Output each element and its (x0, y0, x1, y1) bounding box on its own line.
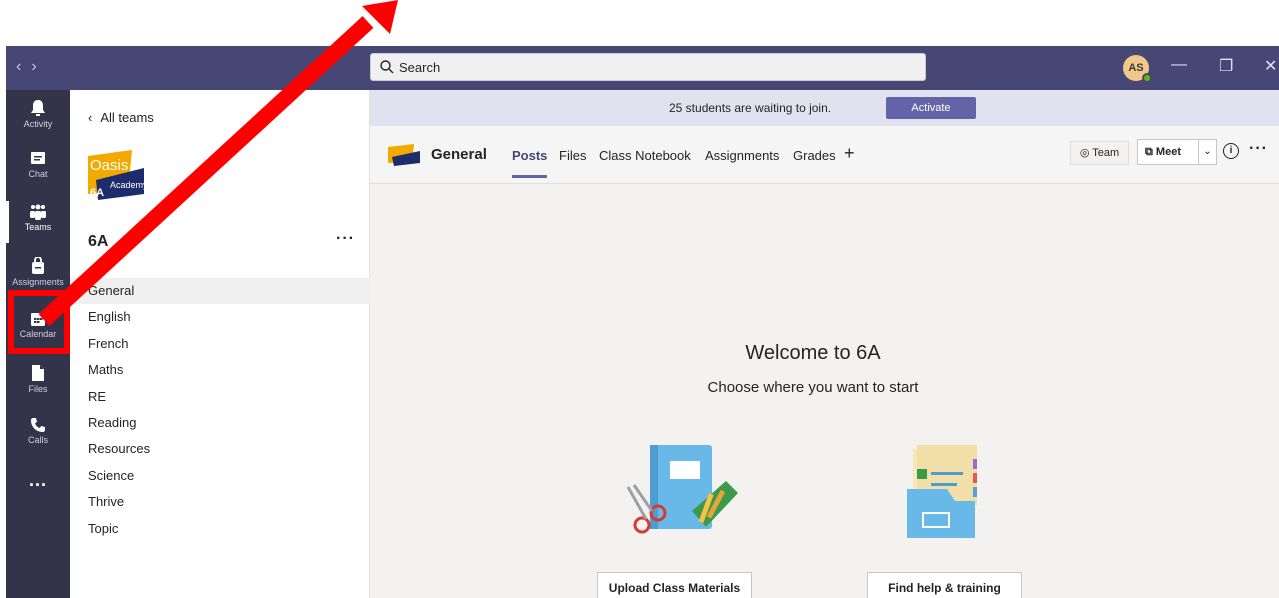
team-logo-text: Oasis (90, 157, 128, 174)
rail-item-calls[interactable]: Calls (6, 410, 70, 460)
rail-label: Calls (27, 435, 48, 445)
maximize-button[interactable]: ❐ (1219, 56, 1233, 76)
channel-item[interactable]: Resources (70, 436, 370, 462)
channel-list-panel: ‹ All teams Oasis Academy 6A 6A ··· Gener… (70, 90, 370, 598)
rail-item-activity[interactable]: Activity (6, 92, 70, 142)
main-content: 25 students are waiting to join. Activat… (370, 90, 1279, 598)
channel-header: General Posts Files Class Notebook Assig… (370, 126, 1279, 184)
video-camera-icon: ⧉ (1145, 146, 1156, 158)
upload-class-materials-button[interactable]: Upload Class Materials (597, 572, 752, 598)
chevron-left-icon: ‹ (88, 110, 93, 125)
chat-icon (31, 152, 45, 164)
rail-item-calendar[interactable]: Calendar (6, 304, 70, 354)
channel-item[interactable]: RE (70, 384, 370, 410)
help-training-illustration (907, 445, 977, 538)
chevron-down-icon[interactable]: ⌄ (1198, 140, 1216, 164)
rail-label: Chat (28, 169, 48, 179)
annotation-arrow-head (362, 0, 398, 34)
title-bar: ‹› Search AS — ❐ ✕ (6, 46, 1279, 90)
teams-icon (30, 204, 46, 220)
channel-name: General (431, 146, 487, 163)
rail-label: Calendar (19, 329, 57, 339)
rail-label: Files (28, 384, 48, 394)
channel-item[interactable]: French (70, 331, 370, 357)
channel-list: General English French Maths RE Reading … (70, 278, 370, 542)
search-icon (380, 60, 394, 74)
presence-available-icon (1142, 73, 1152, 83)
assignments-icon (32, 257, 44, 274)
search-input[interactable]: Search (370, 53, 926, 81)
rail-item-teams[interactable]: Teams (6, 197, 70, 247)
rail-label: Activity (23, 119, 53, 129)
rail-label: Assignments (12, 277, 64, 287)
minimize-button[interactable]: — (1171, 56, 1187, 74)
files-icon (32, 365, 44, 381)
tab-assignments[interactable]: Assignments (705, 148, 779, 163)
banner-message: 25 students are waiting to join. (669, 101, 832, 115)
all-teams-link[interactable]: ‹ All teams (88, 110, 154, 125)
info-icon[interactable]: i (1223, 143, 1239, 159)
close-button[interactable]: ✕ (1264, 56, 1277, 76)
channel-item[interactable]: Thrive (70, 489, 370, 515)
welcome-title: Welcome to 6A (745, 342, 881, 364)
channel-item[interactable]: Maths (70, 357, 370, 383)
search-placeholder: Search (399, 60, 441, 75)
back-arrow-icon[interactable]: ‹ (16, 58, 31, 75)
team-name: 6A (88, 233, 109, 250)
channel-item[interactable]: General (70, 278, 370, 305)
bell-icon (31, 100, 45, 116)
more-options-button[interactable]: ··· (1249, 140, 1268, 158)
rail-item-more[interactable]: ... (6, 466, 70, 516)
activate-button[interactable]: Activate (886, 97, 976, 119)
channel-item[interactable]: Reading (70, 410, 370, 436)
join-request-banner: 25 students are waiting to join. Activat… (370, 90, 1279, 126)
channel-item[interactable]: Science (70, 463, 370, 489)
history-nav: ‹› (16, 58, 47, 76)
avatar[interactable]: AS (1123, 55, 1152, 83)
phone-icon (31, 418, 45, 432)
more-icon: ... (28, 470, 47, 490)
all-teams-label: All teams (100, 110, 154, 125)
tab-posts[interactable]: Posts (512, 148, 548, 178)
team-logo-code: 6A (90, 187, 104, 199)
rail-item-assignments[interactable]: Assignments (6, 250, 70, 300)
team-button-label: Team (1092, 147, 1120, 159)
tab-grades[interactable]: Grades (793, 148, 836, 163)
team-thumbnail-icon (388, 144, 420, 166)
avatar-initials: AS (1128, 62, 1144, 74)
calendar-icon (31, 313, 45, 326)
meet-button-label: Meet (1155, 146, 1181, 158)
tab-files[interactable]: Files (559, 148, 586, 163)
meet-button[interactable]: ⧉ Meet ⌄ (1137, 139, 1217, 165)
rail-label: Teams (24, 222, 52, 232)
channel-item[interactable]: Topic (70, 516, 370, 542)
app-bar: Activity Chat Teams Assignments Calendar… (6, 90, 70, 598)
welcome-subtitle: Choose where you want to start (707, 379, 919, 396)
team-logo: Oasis Academy 6A (88, 150, 144, 200)
eye-icon: ◎ (1079, 147, 1093, 159)
tab-class-notebook[interactable]: Class Notebook (599, 148, 691, 163)
team-button[interactable]: ◎ Team (1070, 141, 1129, 165)
teams-window: ‹› Search AS — ❐ ✕ Activity Chat Teams A (6, 46, 1279, 598)
team-more-options-button[interactable]: ··· (336, 230, 355, 248)
class-materials-illustration (626, 445, 738, 534)
team-logo-subtext: Academy (110, 180, 144, 190)
rail-item-chat[interactable]: Chat (6, 144, 70, 194)
add-tab-button[interactable]: + (844, 143, 855, 164)
channel-item[interactable]: English (70, 304, 370, 330)
rail-item-files[interactable]: Files (6, 357, 70, 407)
find-help-training-button[interactable]: Find help & training (867, 572, 1022, 598)
forward-arrow-icon[interactable]: › (31, 58, 46, 75)
